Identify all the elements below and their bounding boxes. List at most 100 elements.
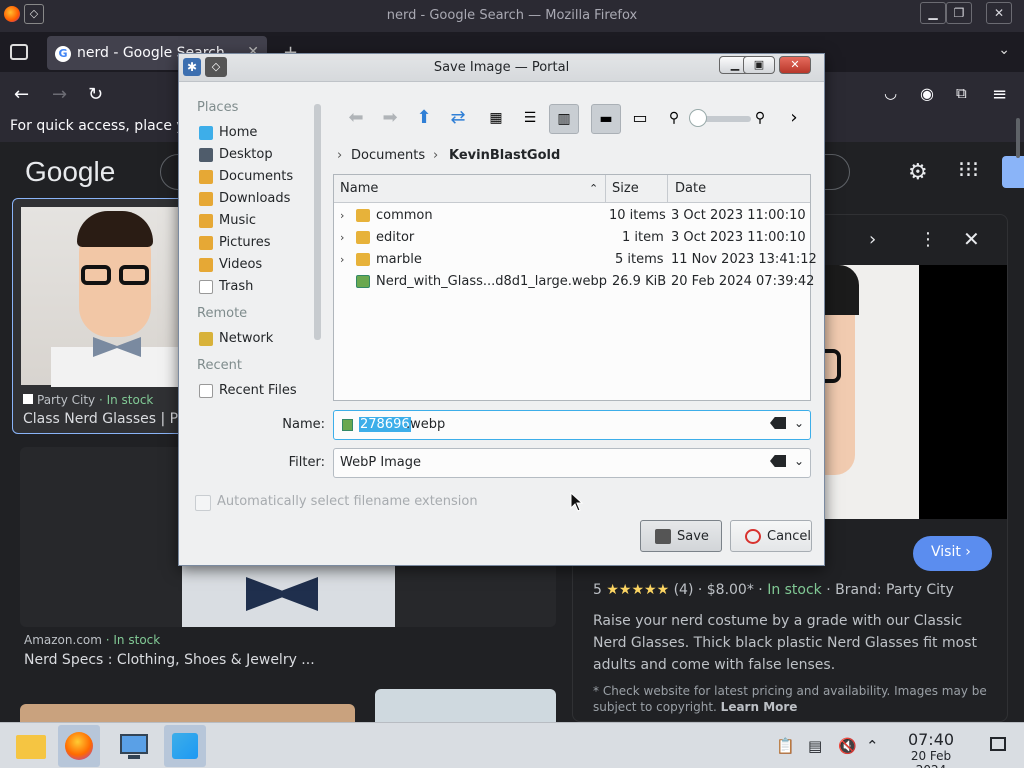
file-list-header: Name ⌃ Size Date [334,175,810,203]
chevron-down-icon[interactable]: ⌄ [794,416,804,430]
portal-dialog-task[interactable] [164,725,206,767]
places-scrollbar[interactable] [314,104,321,340]
list-all-tabs-icon[interactable]: ⌄ [998,42,1010,58]
image-file-icon [356,275,370,288]
file-row[interactable]: › marble 5 items 11 Nov 2023 13:41:12 [334,249,817,271]
places-item-documents[interactable]: Documents [199,168,309,190]
save-button[interactable]: Save [640,520,722,552]
expand-chevron-icon[interactable]: › [340,231,344,244]
google-logo[interactable]: Google [25,156,115,188]
settings-gear-icon[interactable]: ⚙ [908,160,928,185]
reload-icon[interactable]: ↻ [88,84,103,105]
zoom-slider[interactable] [689,109,751,127]
folder-icon [356,253,370,266]
file-list: Name ⌃ Size Date › common 10 items 3 Oct… [333,174,817,401]
show-desktop-icon[interactable] [990,737,1006,751]
tab-list-icon[interactable] [10,44,28,60]
more-options-chevron-icon[interactable]: › [779,104,809,134]
compact-view-icon[interactable]: ☰ [515,104,545,134]
notes-icon[interactable]: ▤ [808,737,822,755]
dialog-titlebar[interactable]: ✱ ◇ Save Image — Portal ▁ ▣ ✕ [179,54,824,82]
file-row[interactable]: Nerd_with_Glass...d8d1_large.webp 26.9 K… [334,271,814,293]
detail-view-icon[interactable]: ▥ [549,104,579,134]
name-label: Name: [282,417,325,432]
places-item-recent-files[interactable]: Recent Files [199,382,309,404]
places-item-videos[interactable]: Videos [199,256,309,278]
back-icon[interactable]: ⬅ [341,104,371,134]
pocket-icon[interactable]: ◡ [884,84,897,102]
breadcrumb-documents[interactable]: Documents [351,148,425,163]
menu-icon[interactable]: ≡ [992,84,1007,105]
clipboard-icon[interactable]: 📋 [776,737,795,755]
filename-field[interactable]: 278696 .webp ⌄ [333,410,811,440]
extensions-icon[interactable]: ⧉ [956,84,967,102]
result-title[interactable]: Class Nerd Glasses | Pa [23,411,185,427]
firefox-icon [65,732,93,760]
parent-folder-icon[interactable]: ⬆ [409,104,439,134]
folder-icon [356,231,370,244]
expand-chevron-icon[interactable]: › [340,253,344,266]
file-row[interactable]: › editor 1 item 3 Oct 2023 11:00:10 [334,227,810,249]
places-item-home[interactable]: Home [199,124,309,146]
back-icon[interactable]: ← [14,84,29,105]
places-item-pictures[interactable]: Pictures [199,234,309,256]
volume-muted-icon[interactable]: 🔇 [838,737,857,755]
column-date[interactable]: Date [675,181,706,196]
places-item-music[interactable]: Music [199,212,309,234]
column-name[interactable]: Name [340,181,378,196]
firefox-launcher[interactable] [58,725,100,767]
minimize-button[interactable]: ▁ [920,2,946,24]
learn-more-link[interactable]: Learn More [721,700,798,714]
cancel-button[interactable]: Cancel [730,520,812,552]
filter-label: Filter: [288,455,325,470]
places-item-trash[interactable]: Trash [199,278,309,300]
result-thumbnail[interactable] [21,207,181,387]
reload-icon[interactable]: ⇄ [443,104,473,134]
file-manager-launcher[interactable] [10,725,52,767]
more-options-icon[interactable]: ⋮ [919,229,937,250]
clear-text-icon[interactable] [770,417,786,429]
maximize-button[interactable]: ▣ [743,56,775,74]
breadcrumb-current[interactable]: KevinBlastGold [449,148,560,163]
preview-image[interactable] [819,265,919,519]
chevron-down-icon[interactable]: ⌄ [794,454,804,468]
zoom-in-icon[interactable]: ⚲ [745,104,775,134]
clock[interactable]: 07:40 20 Feb 2024 [894,731,968,768]
next-icon[interactable]: › [869,229,876,250]
image-result-4[interactable] [375,689,556,724]
account-icon[interactable]: ◉ [920,84,934,103]
preview-toggle-icon[interactable]: ▬ [591,104,621,134]
filter-select[interactable]: WebP Image ⌄ [333,448,811,478]
image-result-1[interactable]: Party City · In stock Class Nerd Glasses… [12,198,186,434]
places-item-network[interactable]: Network [199,330,309,352]
forward-icon[interactable]: → [52,84,67,105]
filename-extension: .webp [406,417,446,432]
maximize-button[interactable]: ❐ [946,2,972,24]
result-title[interactable]: Nerd Specs : Clothing, Shoes & Jewelry .… [24,652,315,668]
zoom-out-icon[interactable]: ⚲ [659,104,689,134]
close-button[interactable]: ✕ [779,56,811,74]
file-row[interactable]: › common 10 items 3 Oct 2023 11:00:10 [334,205,810,227]
expand-chevron-icon[interactable]: › [340,209,344,222]
forward-icon[interactable]: ➡ [375,104,405,134]
sign-in-button[interactable] [1002,156,1024,188]
system-settings-launcher[interactable] [112,725,154,767]
icons-view-icon[interactable]: ▦ [481,104,511,134]
sidebar-toggle-icon[interactable]: ▭ [625,104,655,134]
apps-grid-icon[interactable]: ⁝⁝⁝ [958,158,979,183]
zoom-slider-handle[interactable] [689,109,707,127]
close-panel-icon[interactable]: ✕ [963,227,980,251]
expand-tray-icon[interactable]: ⌃ [866,737,879,755]
places-item-downloads[interactable]: Downloads [199,190,309,212]
visit-button[interactable]: Visit › [913,536,992,571]
image-result-3[interactable] [20,704,355,724]
page-scrollbar[interactable] [1016,118,1020,158]
taskbar: 📋 ▤ 🔇 ⌃ 07:40 20 Feb 2024 [0,722,1024,768]
column-size[interactable]: Size [612,181,639,196]
recent-heading: Recent [197,358,242,373]
clear-text-icon[interactable] [770,455,786,467]
party-city-favicon-icon [23,394,33,404]
checkbox-box[interactable] [195,495,211,511]
places-item-desktop[interactable]: Desktop [199,146,309,168]
close-button[interactable]: ✕ [986,2,1012,24]
